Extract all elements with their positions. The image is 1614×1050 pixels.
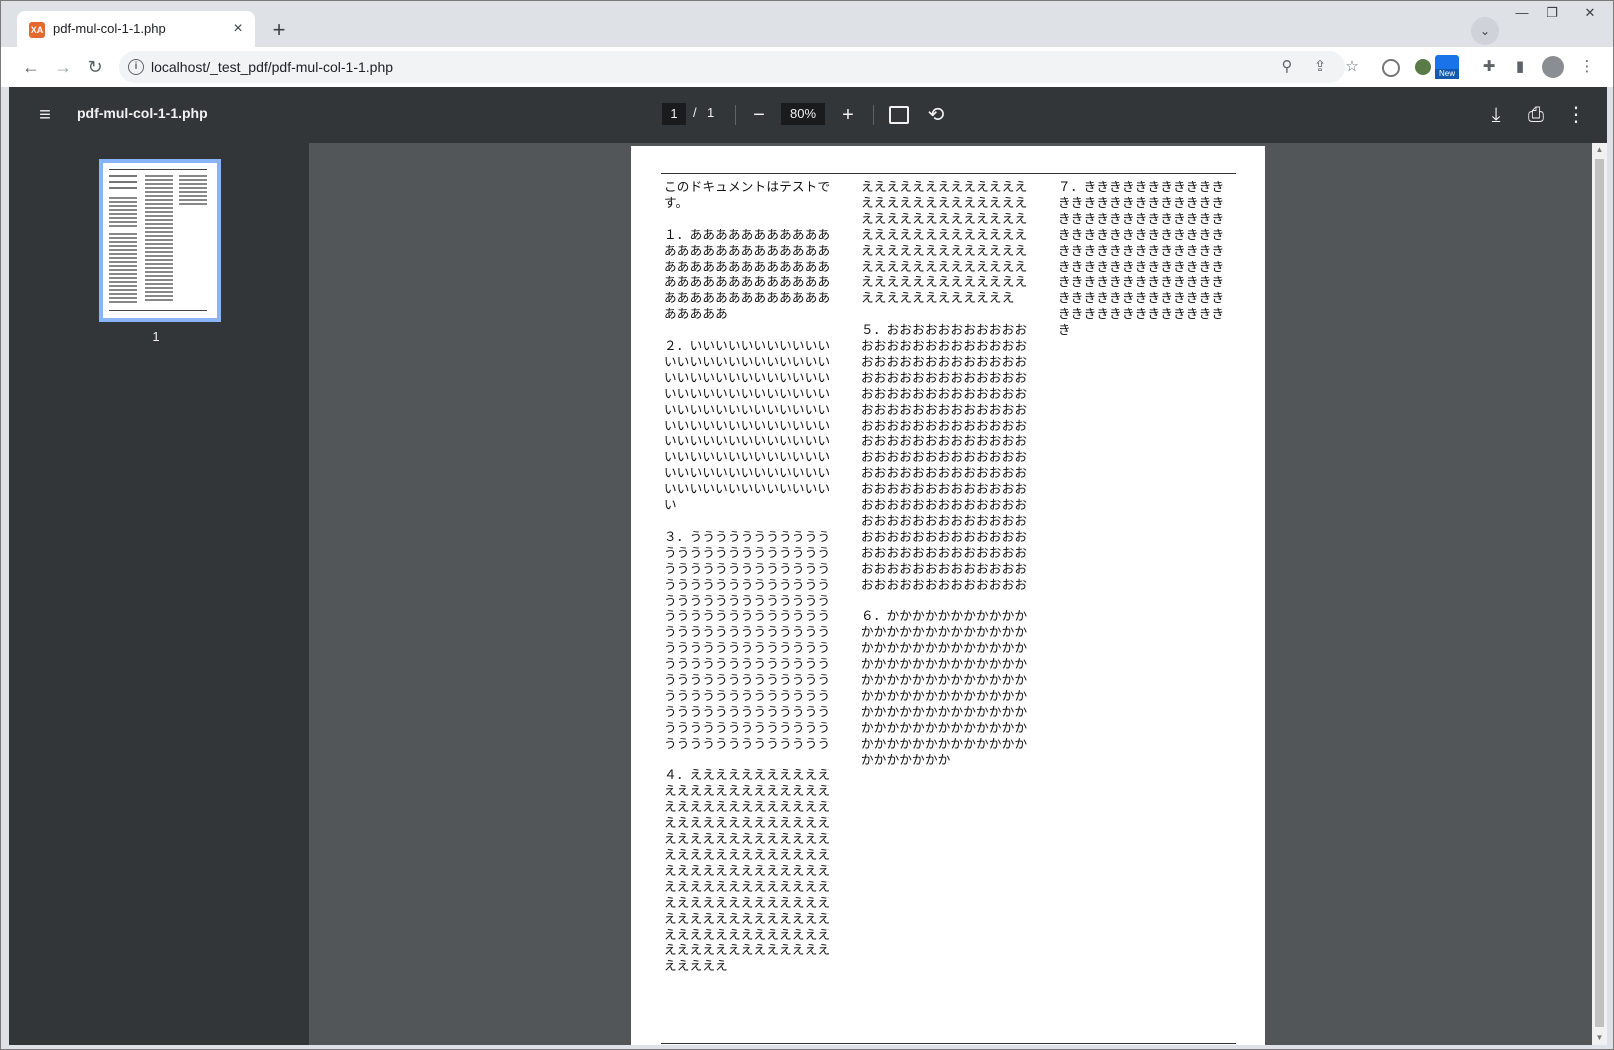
header-rule	[661, 173, 1236, 174]
share-icon[interactable]: ⇪	[1310, 57, 1330, 77]
close-window-button[interactable]: ✕	[1575, 3, 1605, 23]
thumb-rule	[109, 169, 207, 170]
side-panel-icon[interactable]: ▮	[1510, 57, 1530, 77]
zoom-out-icon[interactable]: −	[745, 101, 773, 129]
browser-toolbar: ← → ↻ i localhost/_test_pdf/pdf-mul-col-…	[1, 47, 1613, 87]
new-tab-button[interactable]: +	[265, 17, 293, 45]
new-extension-icon[interactable]: New	[1435, 55, 1459, 79]
toolbar-divider	[873, 105, 874, 125]
vertical-scrollbar[interactable]: ▲ ▼	[1592, 143, 1607, 1045]
tab-active[interactable]: XA pdf-mul-col-1-1.php ×	[17, 11, 255, 47]
page-number-input[interactable]: 1	[662, 103, 686, 125]
favicon-icon: XA	[29, 22, 45, 38]
page-separator: /	[693, 105, 697, 120]
tab-strip: XA pdf-mul-col-1-1.php × + ⌄ — ❐ ✕	[1, 1, 1613, 47]
site-info-icon[interactable]: i	[128, 59, 144, 75]
back-button[interactable]: ←	[17, 53, 45, 81]
tab-close-icon[interactable]: ×	[229, 20, 247, 38]
print-icon[interactable]: ⎙	[1522, 101, 1550, 129]
page-thumbnail[interactable]	[99, 159, 221, 322]
text-column-3: ７．きききききききききききききききききききききききききききききききききききききき…	[1058, 179, 1226, 354]
extensions-puzzle-icon[interactable]: ✚	[1479, 57, 1499, 77]
page-total: 1	[707, 105, 715, 120]
url-text[interactable]: localhost/_test_pdf/pdf-mul-col-1-1.php	[151, 59, 393, 75]
thumbnail-page-number: 1	[152, 329, 160, 344]
bookmark-star-icon[interactable]: ☆	[1342, 57, 1362, 77]
extension-icon-1[interactable]	[1382, 59, 1400, 77]
restore-button[interactable]: ❐	[1537, 3, 1567, 23]
paragraph: ６．かかかかかかかかかかかかかかかかかかかかかかかかかかかかかかかかかかかかかか…	[861, 608, 1028, 767]
scroll-down-icon[interactable]: ▼	[1592, 1031, 1607, 1045]
thumb-line	[109, 187, 137, 189]
paragraph: ４．ええええええええええええええええええええええええええええええええええええええ…	[664, 767, 831, 974]
toolbar-divider	[735, 105, 736, 125]
address-bar[interactable]: i localhost/_test_pdf/pdf-mul-col-1-1.ph…	[119, 51, 1359, 83]
text-column-2: ええええええええええええええええええええええええええええええええええええええええ…	[861, 179, 1029, 783]
paragraph: ５．おおおおおおおおおおおおおおおおおおおおおおおおおおおおおおおおおおおおおお…	[861, 322, 1028, 592]
pdf-viewer: ≡ pdf-mul-col-1-1.php 1 / 1 − 80% + ⟲ ⤓ …	[9, 87, 1607, 1045]
footer-rule	[661, 1043, 1236, 1044]
more-actions-icon[interactable]: ⋮	[1562, 101, 1590, 129]
browser-window: XA pdf-mul-col-1-1.php × + ⌄ — ❐ ✕ ← → ↻…	[0, 0, 1614, 1050]
sidebar-menu-icon[interactable]: ≡	[33, 103, 57, 127]
paragraph: １．ああああああああああああああああああああああああああああああああああああああ…	[664, 226, 831, 322]
paragraph: ええええええええええええええええええええええええええええええええええええええええ…	[861, 179, 1028, 306]
pdf-toolbar: ≡ pdf-mul-col-1-1.php 1 / 1 − 80% + ⟲ ⤓ …	[9, 87, 1607, 143]
scrollbar-thumb[interactable]	[1595, 159, 1604, 1027]
tab-search-button[interactable]: ⌄	[1471, 17, 1499, 45]
forward-button[interactable]: →	[49, 53, 77, 81]
new-badge-label: New	[1435, 69, 1459, 79]
paragraph: ７．きききききききききききききききききききききききききききききききききききききき…	[1058, 179, 1225, 338]
rotate-icon[interactable]: ⟲	[922, 101, 950, 129]
thumb-block	[109, 233, 137, 303]
tab-title: pdf-mul-col-1-1.php	[53, 21, 166, 36]
pdf-title: pdf-mul-col-1-1.php	[77, 105, 208, 121]
zoom-in-icon[interactable]: +	[834, 101, 862, 129]
thumbnail-sidebar: 1	[9, 143, 309, 1045]
paragraph: このドキュメントはテストです。	[664, 179, 831, 210]
chrome-menu-icon[interactable]: ⋮	[1577, 57, 1597, 77]
reload-button[interactable]: ↻	[81, 53, 109, 81]
zoom-level-input[interactable]: 80%	[781, 103, 825, 125]
thumb-block	[179, 175, 207, 205]
download-icon[interactable]: ⤓	[1482, 101, 1510, 129]
thumb-rule	[109, 310, 207, 311]
pdf-page: このドキュメントはテストです。 １．ああああああああああああああああああああああ…	[631, 146, 1265, 1045]
extension-icon-2[interactable]	[1415, 59, 1431, 75]
text-column-1: このドキュメントはテストです。 １．ああああああああああああああああああああああ…	[664, 179, 832, 990]
fit-to-page-icon[interactable]	[889, 106, 909, 124]
thumb-line	[109, 175, 137, 177]
paragraph: ２．いいいいいいいいいいいいいいいいいいいいいいいいいいいいいいいいいいいいいい…	[664, 338, 831, 513]
thumb-block	[145, 175, 173, 303]
thumb-line	[109, 181, 137, 183]
scroll-up-icon[interactable]: ▲	[1592, 143, 1607, 157]
zoom-icon[interactable]: ⚲	[1277, 57, 1297, 77]
profile-avatar[interactable]	[1542, 56, 1564, 78]
minimize-button[interactable]: —	[1507, 3, 1537, 23]
paragraph: ３．うううううううううううううううううううううううううううううううううううううう…	[664, 528, 831, 751]
thumb-block	[109, 197, 137, 227]
